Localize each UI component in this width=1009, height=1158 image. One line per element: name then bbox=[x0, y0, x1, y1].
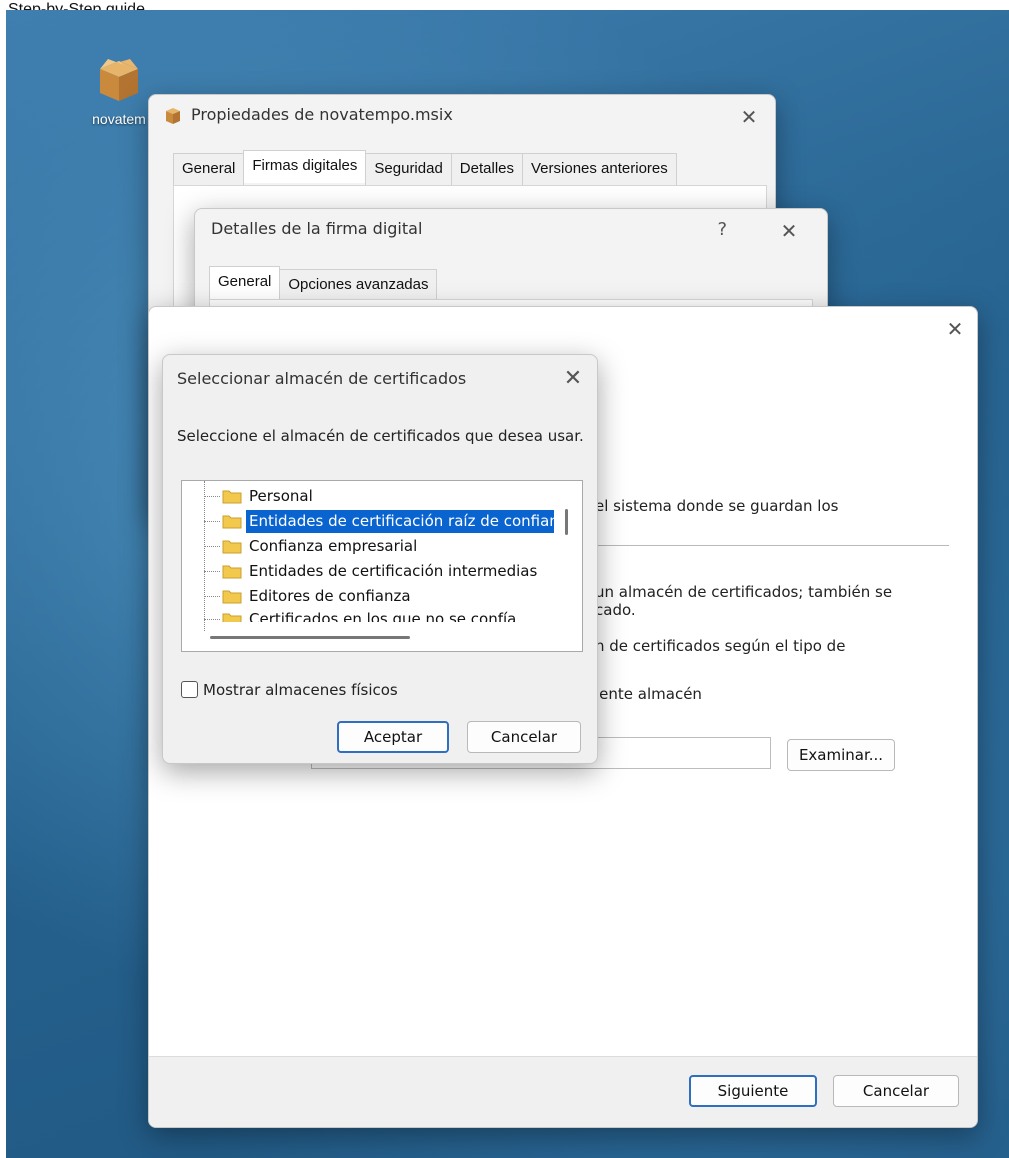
tree-item-label: Editores de confianza bbox=[249, 587, 411, 605]
select-store-dialog: Seleccionar almacén de certificados ✕ Se… bbox=[162, 354, 598, 764]
tab-firmas-digitales[interactable]: Firmas digitales bbox=[243, 150, 367, 183]
tree-item-label: Entidades de certificación intermedias bbox=[249, 562, 538, 580]
tab-general[interactable]: General bbox=[173, 153, 245, 186]
signature-details-close-button[interactable]: ✕ bbox=[775, 217, 803, 245]
tree-item-intermedias[interactable]: Entidades de certificación intermedias bbox=[182, 560, 562, 583]
wizard-text-3: cado. bbox=[595, 601, 636, 619]
tab-sig-general[interactable]: General bbox=[209, 266, 281, 299]
select-store-title: Seleccionar almacén de certificados bbox=[177, 369, 467, 388]
properties-title: Propiedades de novatempo.msix bbox=[191, 105, 453, 124]
wizard-cancel-button[interactable]: Cancelar bbox=[833, 1075, 959, 1107]
tab-seguridad[interactable]: Seguridad bbox=[365, 153, 452, 186]
folder-icon bbox=[222, 513, 242, 529]
tree-connector bbox=[204, 571, 220, 572]
tree-connector bbox=[204, 521, 220, 522]
show-physical-checkbox[interactable] bbox=[181, 681, 198, 698]
folder-icon bbox=[222, 563, 242, 579]
tree-item-label: Certificados en los que no se confía bbox=[249, 610, 517, 622]
next-button[interactable]: Siguiente bbox=[689, 1075, 817, 1107]
tree-connector bbox=[204, 596, 220, 597]
properties-close-button[interactable]: ✕ bbox=[735, 103, 763, 131]
folder-icon bbox=[222, 488, 242, 504]
folder-icon bbox=[222, 588, 242, 604]
properties-titlebar: Propiedades de novatempo.msix ✕ bbox=[149, 95, 775, 139]
tree-item-personal[interactable]: Personal bbox=[182, 485, 562, 508]
help-button[interactable]: ? bbox=[717, 219, 727, 240]
properties-tabs: General Firmas digitales Seguridad Detal… bbox=[173, 150, 677, 186]
select-store-close-button[interactable]: ✕ bbox=[559, 365, 587, 393]
show-physical-label: Mostrar almacenes físicos bbox=[203, 681, 398, 699]
tree-connector bbox=[204, 546, 220, 547]
folder-icon bbox=[222, 538, 242, 554]
browse-button[interactable]: Examinar... bbox=[787, 739, 895, 771]
store-tree[interactable]: Personal Entidades de certificación raíz… bbox=[181, 480, 583, 652]
package-icon bbox=[165, 107, 181, 130]
tab-opciones-avanzadas[interactable]: Opciones avanzadas bbox=[279, 269, 438, 302]
wizard-close-button[interactable]: ✕ bbox=[941, 315, 969, 343]
folder-icon bbox=[222, 611, 242, 622]
ok-button[interactable]: Aceptar bbox=[337, 721, 449, 753]
select-store-instruction: Seleccione el almacén de certificados qu… bbox=[177, 427, 584, 445]
tree-item-editores[interactable]: Editores de confianza bbox=[182, 585, 562, 608]
tree-connector bbox=[204, 619, 220, 620]
tree-item-label: Personal bbox=[249, 487, 313, 505]
wizard-footer: Siguiente Cancelar bbox=[149, 1056, 977, 1127]
wizard-text-1: el sistema donde se guardan los bbox=[595, 497, 839, 515]
wizard-text-4: n de certificados según el tipo de bbox=[595, 637, 846, 655]
tree-item-raiz-confianza[interactable]: Entidades de certificación raíz de confi… bbox=[182, 510, 554, 533]
wizard-text-2: un almacén de certificados; también se bbox=[595, 583, 893, 601]
tab-versiones-anteriores[interactable]: Versiones anteriores bbox=[522, 153, 677, 186]
signature-details-tabs: General Opciones avanzadas bbox=[209, 266, 438, 302]
tree-connector bbox=[204, 496, 220, 497]
tree-item-no-confia[interactable]: Certificados en los que no se confía bbox=[182, 608, 562, 622]
tree-vertical-scrollbar[interactable] bbox=[565, 509, 568, 535]
signature-details-titlebar: Detalles de la firma digital ? ✕ bbox=[195, 209, 827, 253]
tree-horizontal-scrollbar[interactable] bbox=[210, 636, 410, 639]
wizard-separator bbox=[595, 545, 949, 546]
dialog-cancel-button[interactable]: Cancelar bbox=[467, 721, 581, 753]
tree-item-label: Entidades de certificación raíz de confi… bbox=[246, 510, 554, 533]
package-box-icon bbox=[94, 55, 144, 105]
tab-detalles[interactable]: Detalles bbox=[450, 153, 523, 186]
tree-item-label: Confianza empresarial bbox=[249, 537, 418, 555]
desktop: novatem Propiedades de novatempo.msix ✕ … bbox=[6, 10, 1009, 1158]
tree-item-confianza-empresarial[interactable]: Confianza empresarial bbox=[182, 535, 562, 558]
wizard-text-5: iente almacén bbox=[595, 685, 702, 703]
select-store-titlebar: Seleccionar almacén de certificados ✕ bbox=[163, 355, 597, 403]
signature-details-title: Detalles de la firma digital bbox=[211, 219, 423, 238]
